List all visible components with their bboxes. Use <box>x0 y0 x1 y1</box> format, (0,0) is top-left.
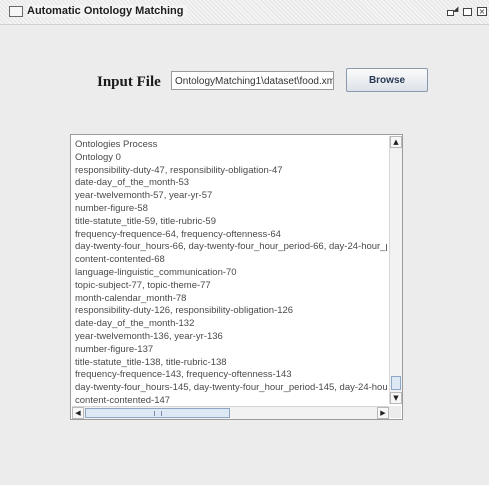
output-line: number-figure-58 <box>75 203 148 214</box>
scroll-grip-icon <box>154 411 162 416</box>
window-icon <box>9 6 23 17</box>
output-line: Ontology 0 <box>75 151 121 163</box>
output-line: year-twelvemonth-57, year-yr-57 <box>75 190 213 202</box>
vertical-scrollbar[interactable]: ▲ ▼ <box>389 136 402 404</box>
maximize-icon[interactable] <box>462 6 473 16</box>
output-line: year-twelvemonth-136, year-yr-136 <box>75 331 223 342</box>
output-line: Ontologies Process <box>75 139 158 150</box>
output-scroll-pane[interactable]: Ontologies Process Ontology 0 responsibili… <box>70 134 403 420</box>
arrow-up-icon[interactable]: ▲ <box>390 136 402 148</box>
output-line: day-twenty-four_hours-145, day-twenty-fo… <box>75 382 387 394</box>
output-line: month-calendar_month-78 <box>75 292 187 304</box>
window-title: Automatic Ontology Matching <box>27 5 188 17</box>
output-line: content-contented-68 <box>75 254 165 266</box>
scroll-corner <box>389 406 401 418</box>
browse-button[interactable]: Browse <box>346 68 428 92</box>
output-text-area[interactable]: Ontologies Process Ontology 0 responsibili… <box>71 135 387 404</box>
output-line: topic-subject-77, topic-theme-77 <box>75 279 211 291</box>
horizontal-scroll-thumb[interactable] <box>85 408 230 418</box>
output-line: date-day_of_the_month-53 <box>75 177 190 189</box>
app-window: Automatic Ontology Matching ◢ × Input Fi… <box>0 0 489 485</box>
output-line: responsibility-duty-47, responsibility-o… <box>75 164 283 176</box>
output-line: frequency-frequence-143, frequency-often… <box>75 369 292 381</box>
output-line: day-twenty-four_hours-66, day-twenty-fou… <box>75 241 387 253</box>
title-bar[interactable]: Automatic Ontology Matching ◢ × <box>0 0 489 25</box>
close-icon[interactable]: × <box>476 6 487 16</box>
input-file-field[interactable]: OntologyMatching1\dataset\food.xml <box>171 71 334 90</box>
output-line: number-figure-137 <box>75 343 154 355</box>
arrow-down-icon[interactable]: ▼ <box>390 392 402 404</box>
arrow-right-icon[interactable]: ▶ <box>377 407 389 419</box>
output-line: responsibility-duty-126, responsibility-… <box>75 305 294 317</box>
arrow-left-icon[interactable]: ◀ <box>72 407 84 419</box>
output-line: content-contented-147 <box>75 395 171 404</box>
output-line: title-statute_title-138, title-rubric-13… <box>75 356 227 368</box>
vertical-scroll-thumb[interactable] <box>391 376 401 390</box>
horizontal-scrollbar[interactable]: ◀ ▶ <box>72 406 389 419</box>
minimize-icon[interactable]: ◢ <box>447 6 458 16</box>
output-line: language-linguistic_communication-70 <box>75 267 237 278</box>
output-line: frequency-frequence-64, frequency-oftenn… <box>75 228 281 240</box>
output-line: title-statute_title-59, title-rubric-59 <box>75 215 216 227</box>
output-line: date-day_of_the_month-132 <box>75 318 195 330</box>
input-file-label: Input File <box>97 74 161 90</box>
